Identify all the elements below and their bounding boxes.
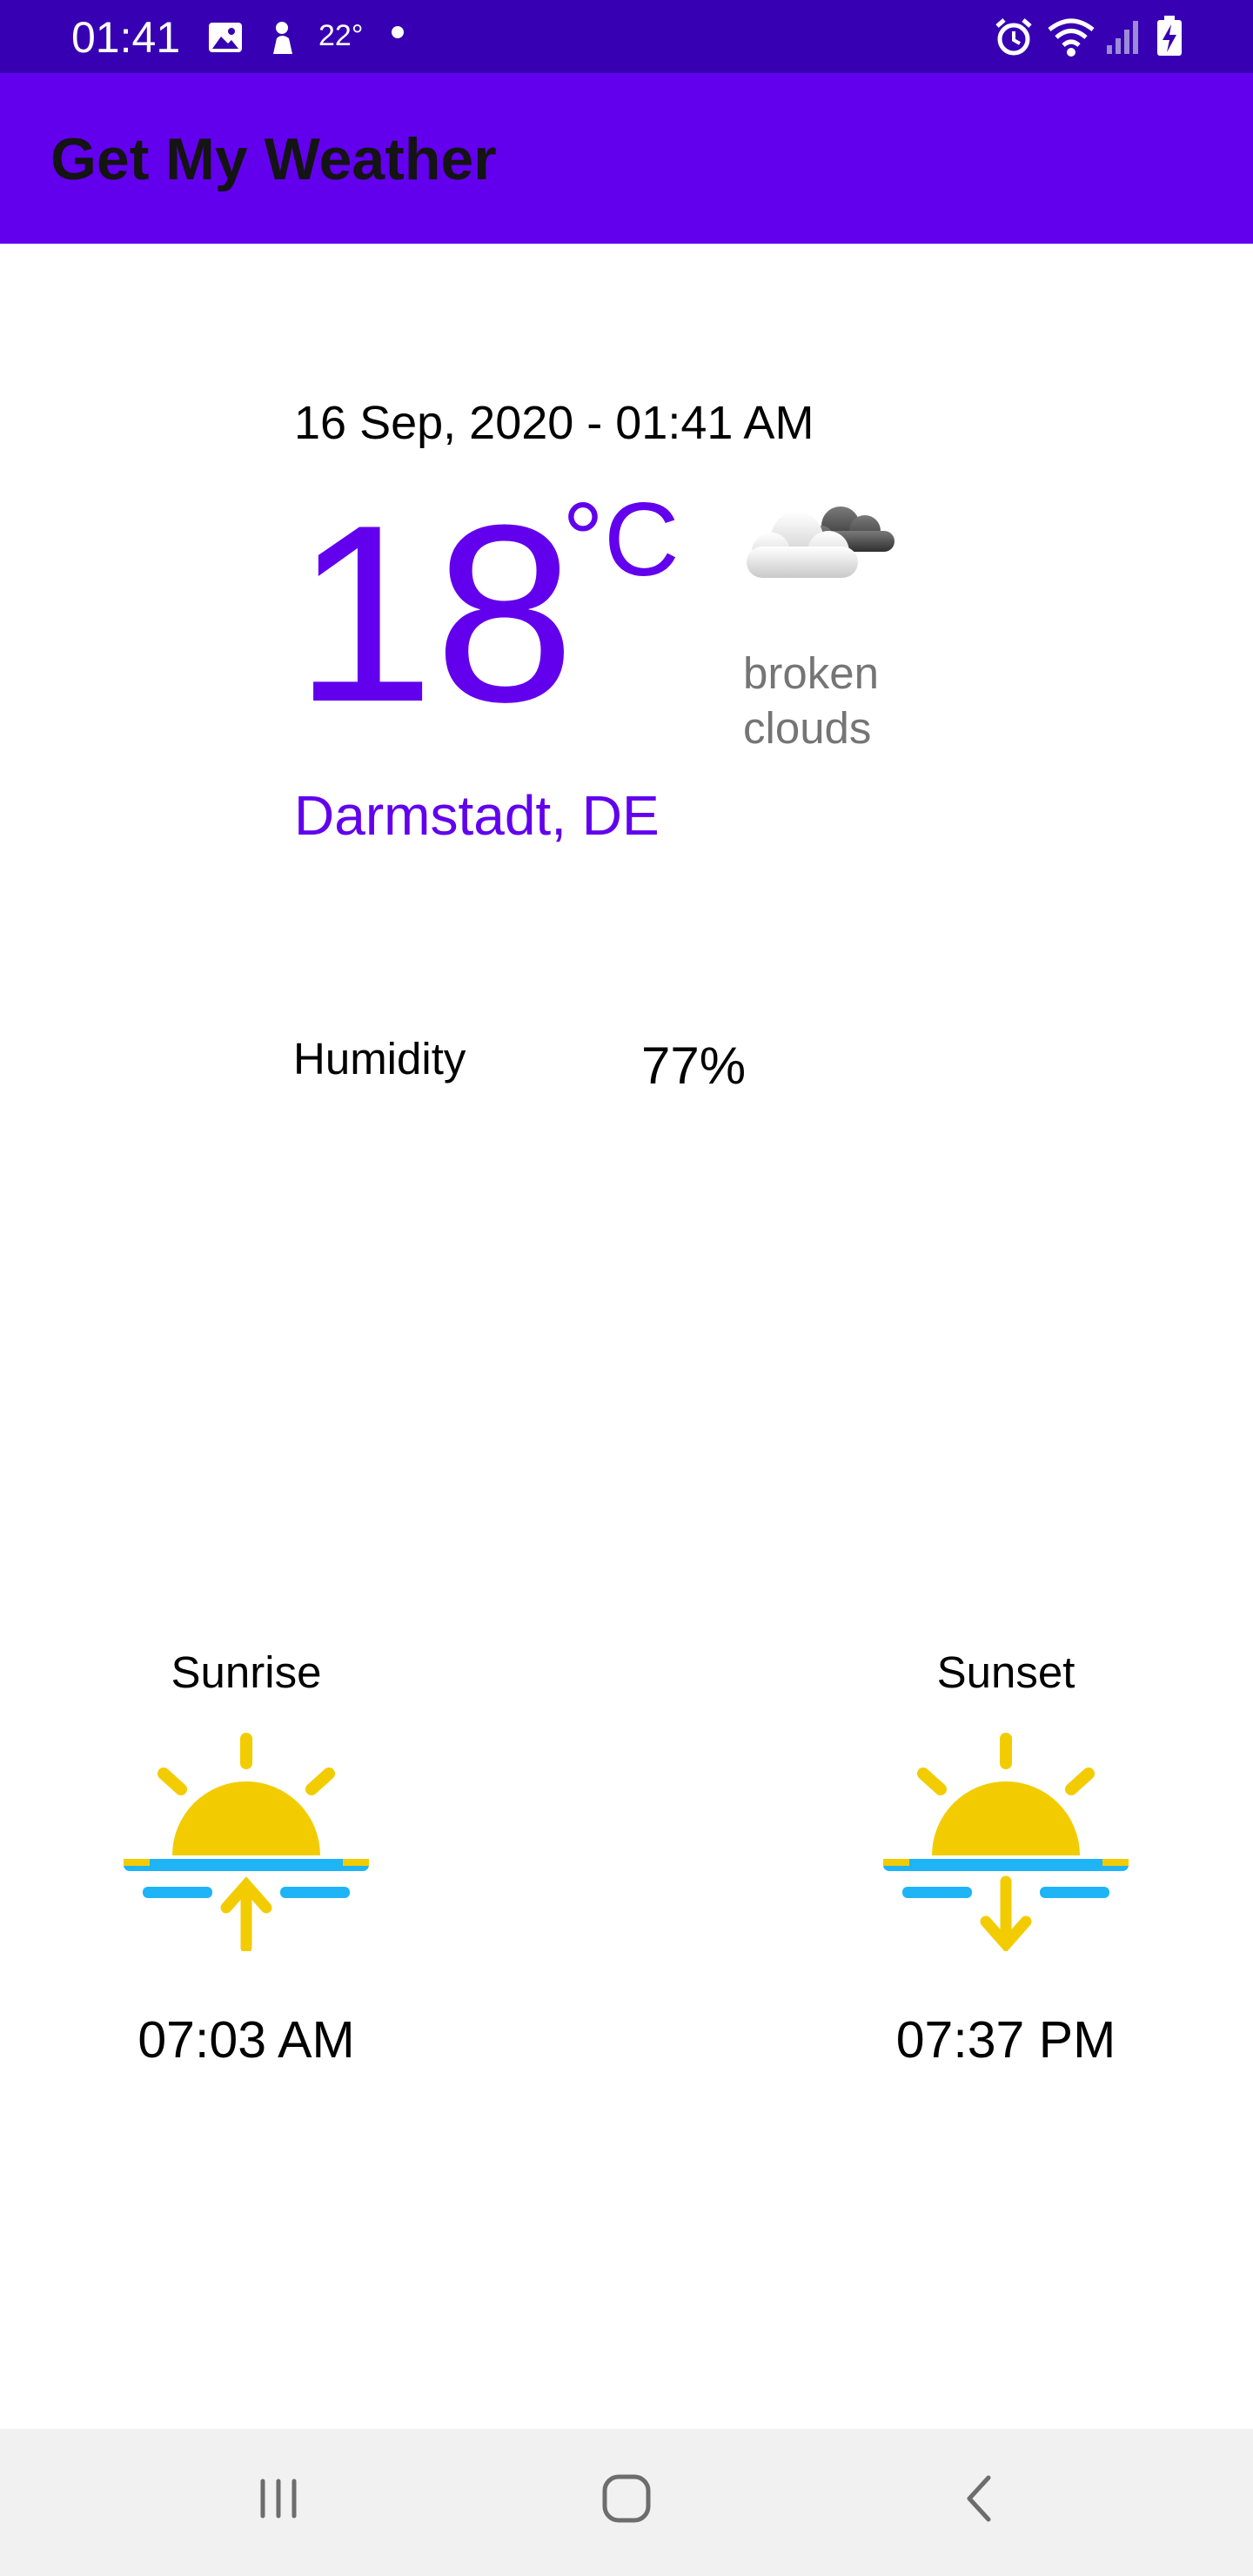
sunrise-label: Sunrise — [171, 1647, 322, 1697]
battery-charging-icon — [1156, 16, 1183, 62]
sunset-time: 07:37 PM — [895, 2011, 1116, 2069]
sunrise-time: 07:03 AM — [137, 2011, 355, 2069]
wifi-icon — [1046, 16, 1096, 62]
weather-condition-line-2: clouds — [743, 703, 872, 753]
signal-icon — [1105, 17, 1143, 60]
weather-condition-line-1: broken — [743, 648, 879, 698]
weather-notification-icon — [266, 19, 301, 60]
navigation-bar — [0, 2429, 1253, 2576]
back-icon[interactable] — [955, 2472, 1008, 2529]
humidity-label: Humidity — [293, 1034, 466, 1083]
broken-clouds-icon — [736, 493, 901, 593]
sunset-label: Sunset — [936, 1647, 1075, 1697]
home-icon[interactable] — [600, 2472, 653, 2529]
alarm-icon — [994, 17, 1034, 62]
date-time: 16 Sep, 2020 - 01:41 AM — [294, 397, 814, 449]
temperature-value: 18 — [294, 473, 575, 755]
sunrise-icon — [124, 1732, 369, 1955]
temperature-unit: °C — [562, 481, 680, 598]
notification-dot — [392, 26, 404, 38]
image-icon — [207, 21, 244, 58]
sunset-icon — [883, 1732, 1129, 1955]
weather-condition: broken clouds — [743, 646, 917, 755]
humidity-value: 77% — [641, 1036, 747, 1095]
app-title: Get My Weather — [50, 126, 497, 192]
recent-apps-icon[interactable] — [252, 2472, 305, 2529]
location: Darmstadt, DE — [294, 784, 660, 847]
status-temperature: 22° — [318, 19, 364, 52]
status-time: 01:41 — [71, 13, 181, 62]
app-bar: Get My Weather — [0, 73, 1253, 244]
status-bar: 01:41 22° — [0, 0, 1253, 73]
